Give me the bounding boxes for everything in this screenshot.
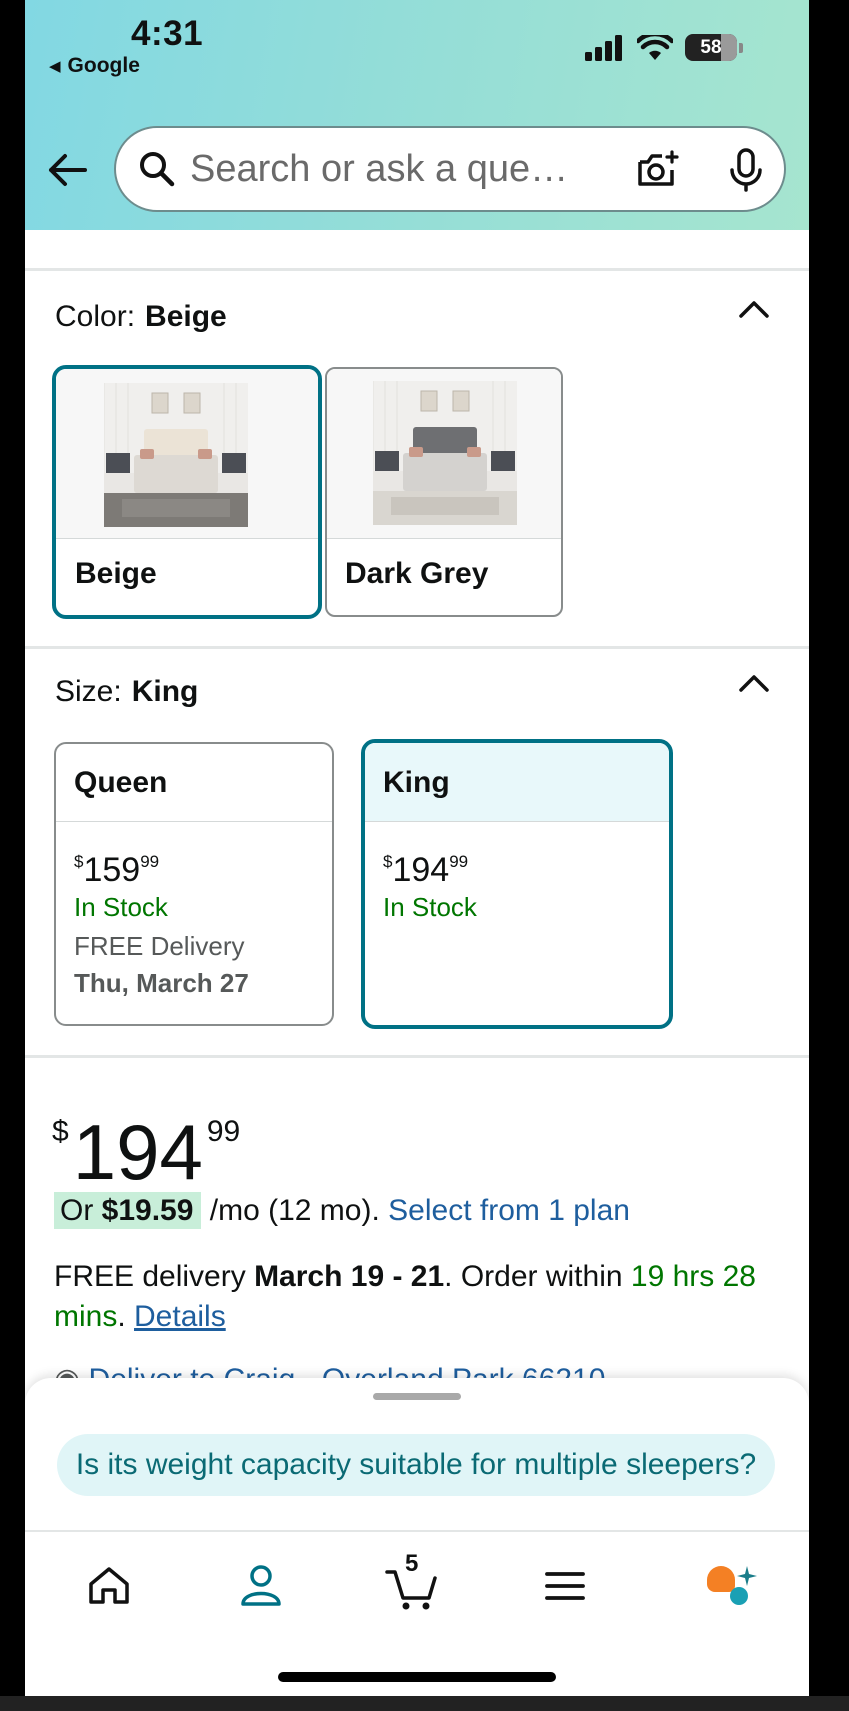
divider bbox=[25, 268, 809, 271]
microphone-icon[interactable] bbox=[726, 148, 766, 192]
account-icon[interactable] bbox=[231, 1556, 291, 1616]
back-arrow-icon[interactable] bbox=[45, 148, 89, 192]
battery-level: 58 bbox=[700, 36, 722, 58]
battery-icon: 58 bbox=[685, 34, 737, 61]
bottom-tab-bar: 5 bbox=[25, 1530, 809, 1696]
color-section-title: Color: Beige bbox=[55, 300, 227, 334]
color-option-label: Beige bbox=[75, 557, 157, 590]
size-label: Size: bbox=[55, 675, 122, 708]
size-option-king[interactable]: King $19499 In Stock bbox=[361, 739, 673, 1029]
chevron-up-icon[interactable] bbox=[737, 672, 771, 694]
app-screen: 4:31 ◀ Google 58 Search or ask a que… Co… bbox=[25, 0, 809, 1696]
status-time: 4:31 bbox=[131, 14, 204, 53]
size-option-queen[interactable]: Queen $15999 In Stock FREE Delivery Thu,… bbox=[54, 742, 334, 1026]
delivery-note: FREE Delivery bbox=[74, 931, 245, 961]
divider bbox=[25, 1055, 809, 1058]
product-price: $194 99 bbox=[52, 1108, 241, 1196]
stock-status: In Stock bbox=[74, 892, 168, 922]
battery-tip bbox=[739, 42, 743, 53]
chevron-up-icon[interactable] bbox=[737, 298, 771, 320]
size-option-price: $19499 bbox=[383, 851, 469, 889]
home-indicator bbox=[278, 1672, 556, 1682]
search-icon bbox=[140, 152, 175, 187]
size-option-price: $15999 bbox=[74, 851, 160, 889]
menu-icon[interactable] bbox=[535, 1556, 595, 1616]
back-triangle-icon: ◀ bbox=[49, 58, 61, 75]
header: 4:31 ◀ Google 58 Search or ask a que… bbox=[25, 0, 809, 230]
camera-search-icon[interactable] bbox=[636, 148, 680, 192]
search-input[interactable]: Search or ask a que… bbox=[114, 126, 786, 212]
cart-count: 5 bbox=[405, 1550, 419, 1577]
color-option-dark-grey[interactable]: Dark Grey bbox=[325, 367, 563, 617]
monthly-payment: Or $19.59 /mo (12 mo). Select from 1 pla… bbox=[54, 1192, 630, 1229]
delivery-details-link[interactable]: Details bbox=[134, 1300, 226, 1333]
color-selected-value: Beige bbox=[145, 300, 227, 333]
home-icon[interactable] bbox=[79, 1556, 139, 1616]
delivery-info: FREE delivery March 19 - 21. Order withi… bbox=[54, 1260, 756, 1333]
size-option-label: King bbox=[365, 743, 669, 822]
back-app-label: Google bbox=[67, 54, 140, 77]
color-option-label: Dark Grey bbox=[345, 557, 489, 590]
select-plan-link[interactable]: Select from 1 plan bbox=[388, 1194, 630, 1227]
wifi-icon bbox=[637, 34, 673, 60]
rufus-ai-icon[interactable] bbox=[701, 1556, 761, 1616]
color-option-beige[interactable]: Beige bbox=[52, 365, 322, 619]
color-label: Color: bbox=[55, 300, 136, 333]
cart-tab[interactable]: 5 bbox=[383, 1550, 443, 1616]
stock-status: In Stock bbox=[383, 892, 477, 922]
size-option-label: Queen bbox=[56, 744, 332, 822]
dark-grey-bed-image bbox=[373, 381, 517, 525]
search-placeholder: Search or ask a que… bbox=[190, 147, 569, 190]
monthly-highlight: Or $19.59 bbox=[54, 1192, 202, 1229]
ai-suggestion-chip[interactable]: Is its weight capacity suitable for mult… bbox=[57, 1434, 775, 1496]
device-bezel bbox=[0, 1696, 849, 1711]
delivery-date: Thu, March 27 bbox=[74, 968, 249, 998]
size-selected-value: King bbox=[131, 675, 199, 708]
divider bbox=[25, 646, 809, 649]
cellular-signal-icon bbox=[585, 34, 622, 61]
back-to-app-link[interactable]: ◀ Google bbox=[49, 54, 140, 78]
size-section-title: Size: King bbox=[55, 675, 198, 709]
status-icons: 58 bbox=[585, 34, 743, 61]
sheet-grabber[interactable] bbox=[373, 1393, 461, 1400]
beige-bed-image bbox=[104, 383, 248, 527]
